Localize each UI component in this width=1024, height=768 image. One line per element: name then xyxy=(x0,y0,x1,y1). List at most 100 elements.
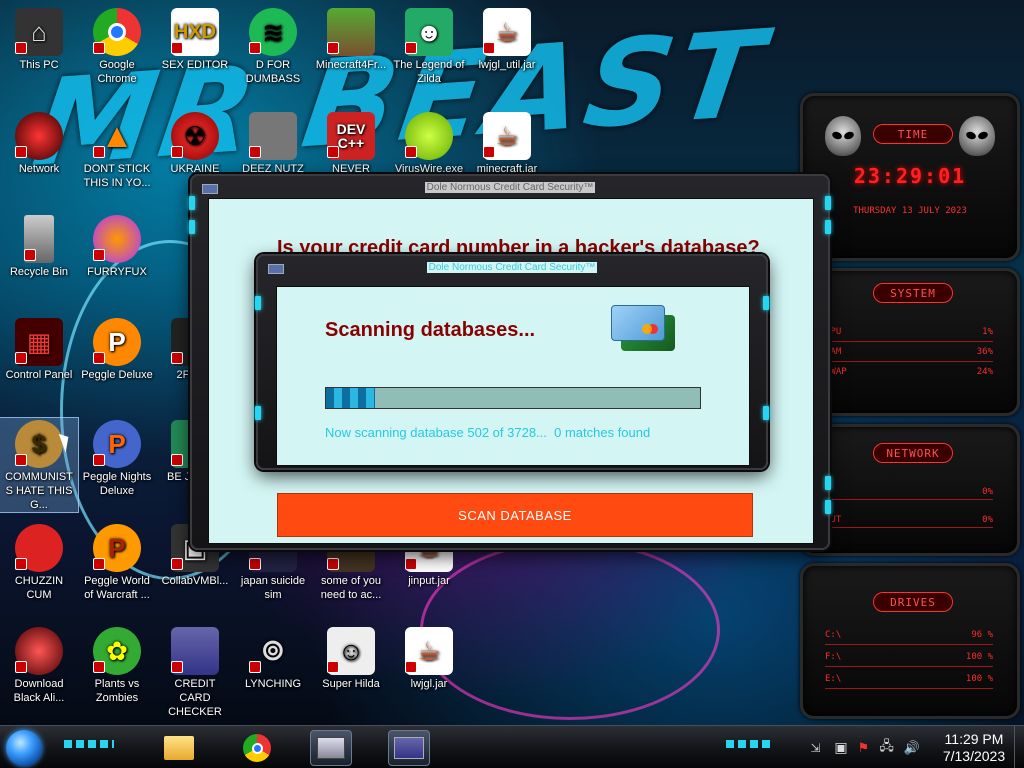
desktop-icon-legend-of-zilda[interactable]: ☻ The Legend of Zilda xyxy=(390,6,468,86)
desktop-icon-sex-editor[interactable]: HXD SEX EDITOR xyxy=(156,6,234,72)
chuzzle-icon xyxy=(15,524,63,572)
credit-card-checker-icon xyxy=(171,627,219,675)
scan-database-button[interactable]: SCAN DATABASE xyxy=(277,493,753,537)
desktop-icon-plants-vs-zombies[interactable]: ✿ Plants vs Zombies xyxy=(78,625,156,705)
java-icon: ☕ xyxy=(483,112,531,160)
desktop-icon-minecraft-jar[interactable]: ☕ minecraft.jar xyxy=(468,110,546,176)
front-window[interactable]: Dole Normous Credit Card Security™ Scann… xyxy=(255,254,769,470)
desktop-icon-viruswire[interactable]: VirusWire.exe xyxy=(390,110,468,176)
gadget-clock: 23:29:01 xyxy=(853,164,967,188)
gadget-system: SYSTEM CPU 1% RAM 36% SWAP 24% xyxy=(800,268,1020,416)
desktop-icon-credit-card-checker[interactable]: CREDIT CARD CHECKER xyxy=(156,625,234,719)
peggle-icon: P xyxy=(93,318,141,366)
window-titlebar[interactable]: Dole Normous Credit Card Security™ xyxy=(192,176,828,198)
desktop-icon-chuzzin[interactable]: CHUZZIN CUM xyxy=(0,522,78,602)
window-titlebar[interactable]: Dole Normous Credit Card Security™ xyxy=(258,256,766,278)
network-tray-icon[interactable]: 🖧 xyxy=(879,737,894,759)
desktop-icon-peggle-deluxe[interactable]: P Peggle Deluxe xyxy=(78,316,156,382)
window-stack-icon xyxy=(249,112,297,160)
alienware-icon xyxy=(15,627,63,675)
taskbar-vmware[interactable] xyxy=(310,730,352,766)
radiation-icon: ☢ xyxy=(171,112,219,160)
dev-cpp-icon: DEV C++ xyxy=(327,112,375,160)
show-hidden-icons[interactable]: ⇲ xyxy=(810,741,820,755)
vlc-cone-icon: ▲ xyxy=(93,112,141,160)
window-title: Dole Normous Credit Card Security™ xyxy=(424,182,596,193)
file-explorer-icon xyxy=(164,736,194,760)
desktop-icon-deez-nutz[interactable]: DEEZ NUTZ xyxy=(234,110,312,176)
gadget-title: DRIVES xyxy=(873,592,953,612)
taskbar-file-explorer[interactable] xyxy=(158,730,200,766)
desktop-icon-super-hilda[interactable]: ☺ Super Hilda xyxy=(312,625,390,691)
swap-row: SWAP 24% xyxy=(825,367,993,377)
scan-progress-bar xyxy=(325,387,701,409)
scan-progress-fill xyxy=(326,388,375,408)
desktop-icon-download-black-ali[interactable]: Download Black Ali... xyxy=(0,625,78,705)
super-hilda-icon: ☺ xyxy=(327,627,375,675)
chrome-icon xyxy=(243,734,271,762)
scanning-heading: Scanning databases... xyxy=(325,319,536,341)
gadget-title: TIME xyxy=(873,124,953,144)
drive-e-row: E:\ 100 % xyxy=(825,674,993,684)
hex-editor-icon: HXD xyxy=(171,8,219,56)
volume-icon[interactable]: 🔊 xyxy=(904,740,920,756)
gadget-title: SYSTEM xyxy=(873,283,953,303)
spotify-icon: ≋ xyxy=(249,8,297,56)
recycle-bin-icon xyxy=(24,215,54,263)
desktop-icon-lwjgl-util-jar[interactable]: ☕ lwjgl_util.jar xyxy=(468,6,546,72)
network-out-row: OUT 0% xyxy=(825,515,993,525)
control-panel-icon: ▦ xyxy=(15,318,63,366)
cpu-row: CPU 1% xyxy=(825,327,993,337)
desktop-icon-network[interactable]: Network xyxy=(0,110,78,176)
window-client: Scanning databases... Now scanning datab… xyxy=(276,286,750,466)
peggle-wow-icon: P xyxy=(93,524,141,572)
peggle-nights-icon: P xyxy=(93,420,141,468)
vmware-icon xyxy=(317,737,345,759)
computer-icon: ⌂ xyxy=(15,8,63,56)
taskbar-decoration xyxy=(64,740,114,748)
chrome-icon xyxy=(93,8,141,56)
start-button[interactable] xyxy=(6,730,42,766)
system-tray: ⇲ ▣ ⚑ 🖧 🔊 11:29 PM 7/13/2023 xyxy=(810,726,1024,768)
tray-app-icon[interactable]: ▣ xyxy=(834,739,847,756)
gadget-title: NETWORK xyxy=(873,443,953,463)
credit-cards-icon xyxy=(611,305,675,351)
taskbar-chrome[interactable] xyxy=(236,730,278,766)
desktop-icon-dont-stick[interactable]: ▲ DONT STICK THIS IN YO... xyxy=(78,110,156,190)
clock-date: 7/13/2023 xyxy=(942,747,1006,764)
desktop-icon-recycle-bin[interactable]: Recycle Bin xyxy=(0,213,78,279)
scan-status-text: Now scanning database 502 of 3728... 0 m… xyxy=(325,425,651,440)
alien-head-icon xyxy=(825,116,861,156)
desktop-icon-peggle-wow[interactable]: P Peggle World of Warcraft ... xyxy=(78,522,156,602)
desktop-icon-furryfux[interactable]: FURRYFUX xyxy=(78,213,156,279)
action-center-flag-icon[interactable]: ⚑ xyxy=(858,740,870,756)
desktop-icon-lwjgl-jar[interactable]: ☕ lwjgl.jar xyxy=(390,625,468,691)
desktop-icon-control-panel[interactable]: ▦ Control Panel xyxy=(0,316,78,382)
desktop-icon-this-pc[interactable]: ⌂ This PC xyxy=(0,6,78,72)
desktop-icon-google-chrome[interactable]: Google Chrome xyxy=(78,6,156,86)
drive-c-row: C:\ 96 % xyxy=(825,630,993,640)
network-icon xyxy=(15,112,63,160)
firefox-icon xyxy=(93,215,141,263)
java-icon: ☕ xyxy=(405,627,453,675)
ram-row: RAM 36% xyxy=(825,347,993,357)
gadget-time: TIME 23:29:01 THURSDAY 13 JULY 2023 xyxy=(800,93,1020,261)
desktop-icon-peggle-nights[interactable]: P Peggle Nights Deluxe xyxy=(78,418,156,498)
desktop-icon-lynching[interactable]: ⊚ LYNCHING xyxy=(234,625,312,691)
show-desktop-button[interactable] xyxy=(1014,726,1024,768)
limewire-icon xyxy=(405,112,453,160)
rope-icon: ⊚ xyxy=(249,627,297,675)
alien-head-icon xyxy=(959,116,995,156)
gadget-drives: DRIVES C:\ 96 % F:\ 100 % E:\ 100 % xyxy=(800,563,1020,719)
network-in-row: 0% xyxy=(982,487,993,497)
money-bag-icon: $ xyxy=(15,420,63,468)
taskbar-clock[interactable]: 11:29 PM 7/13/2023 xyxy=(934,731,1014,765)
desktop-icon-ukraine[interactable]: ☢ UKRAINE xyxy=(156,110,234,176)
drive-f-row: F:\ 100 % xyxy=(825,652,993,662)
desktop-icon-d-for-dumbass[interactable]: ≋ D FOR DUMBASS xyxy=(234,6,312,86)
gadget-network: NETWORK 0% OUT 0% xyxy=(800,424,1020,556)
clock-time: 11:29 PM xyxy=(944,730,1004,747)
taskbar-credit-card-checker[interactable] xyxy=(388,730,430,766)
desktop-icon-minecraft4free[interactable]: Minecraft4Fr... xyxy=(312,6,390,72)
gadget-date: THURSDAY 13 JULY 2023 xyxy=(853,206,967,216)
